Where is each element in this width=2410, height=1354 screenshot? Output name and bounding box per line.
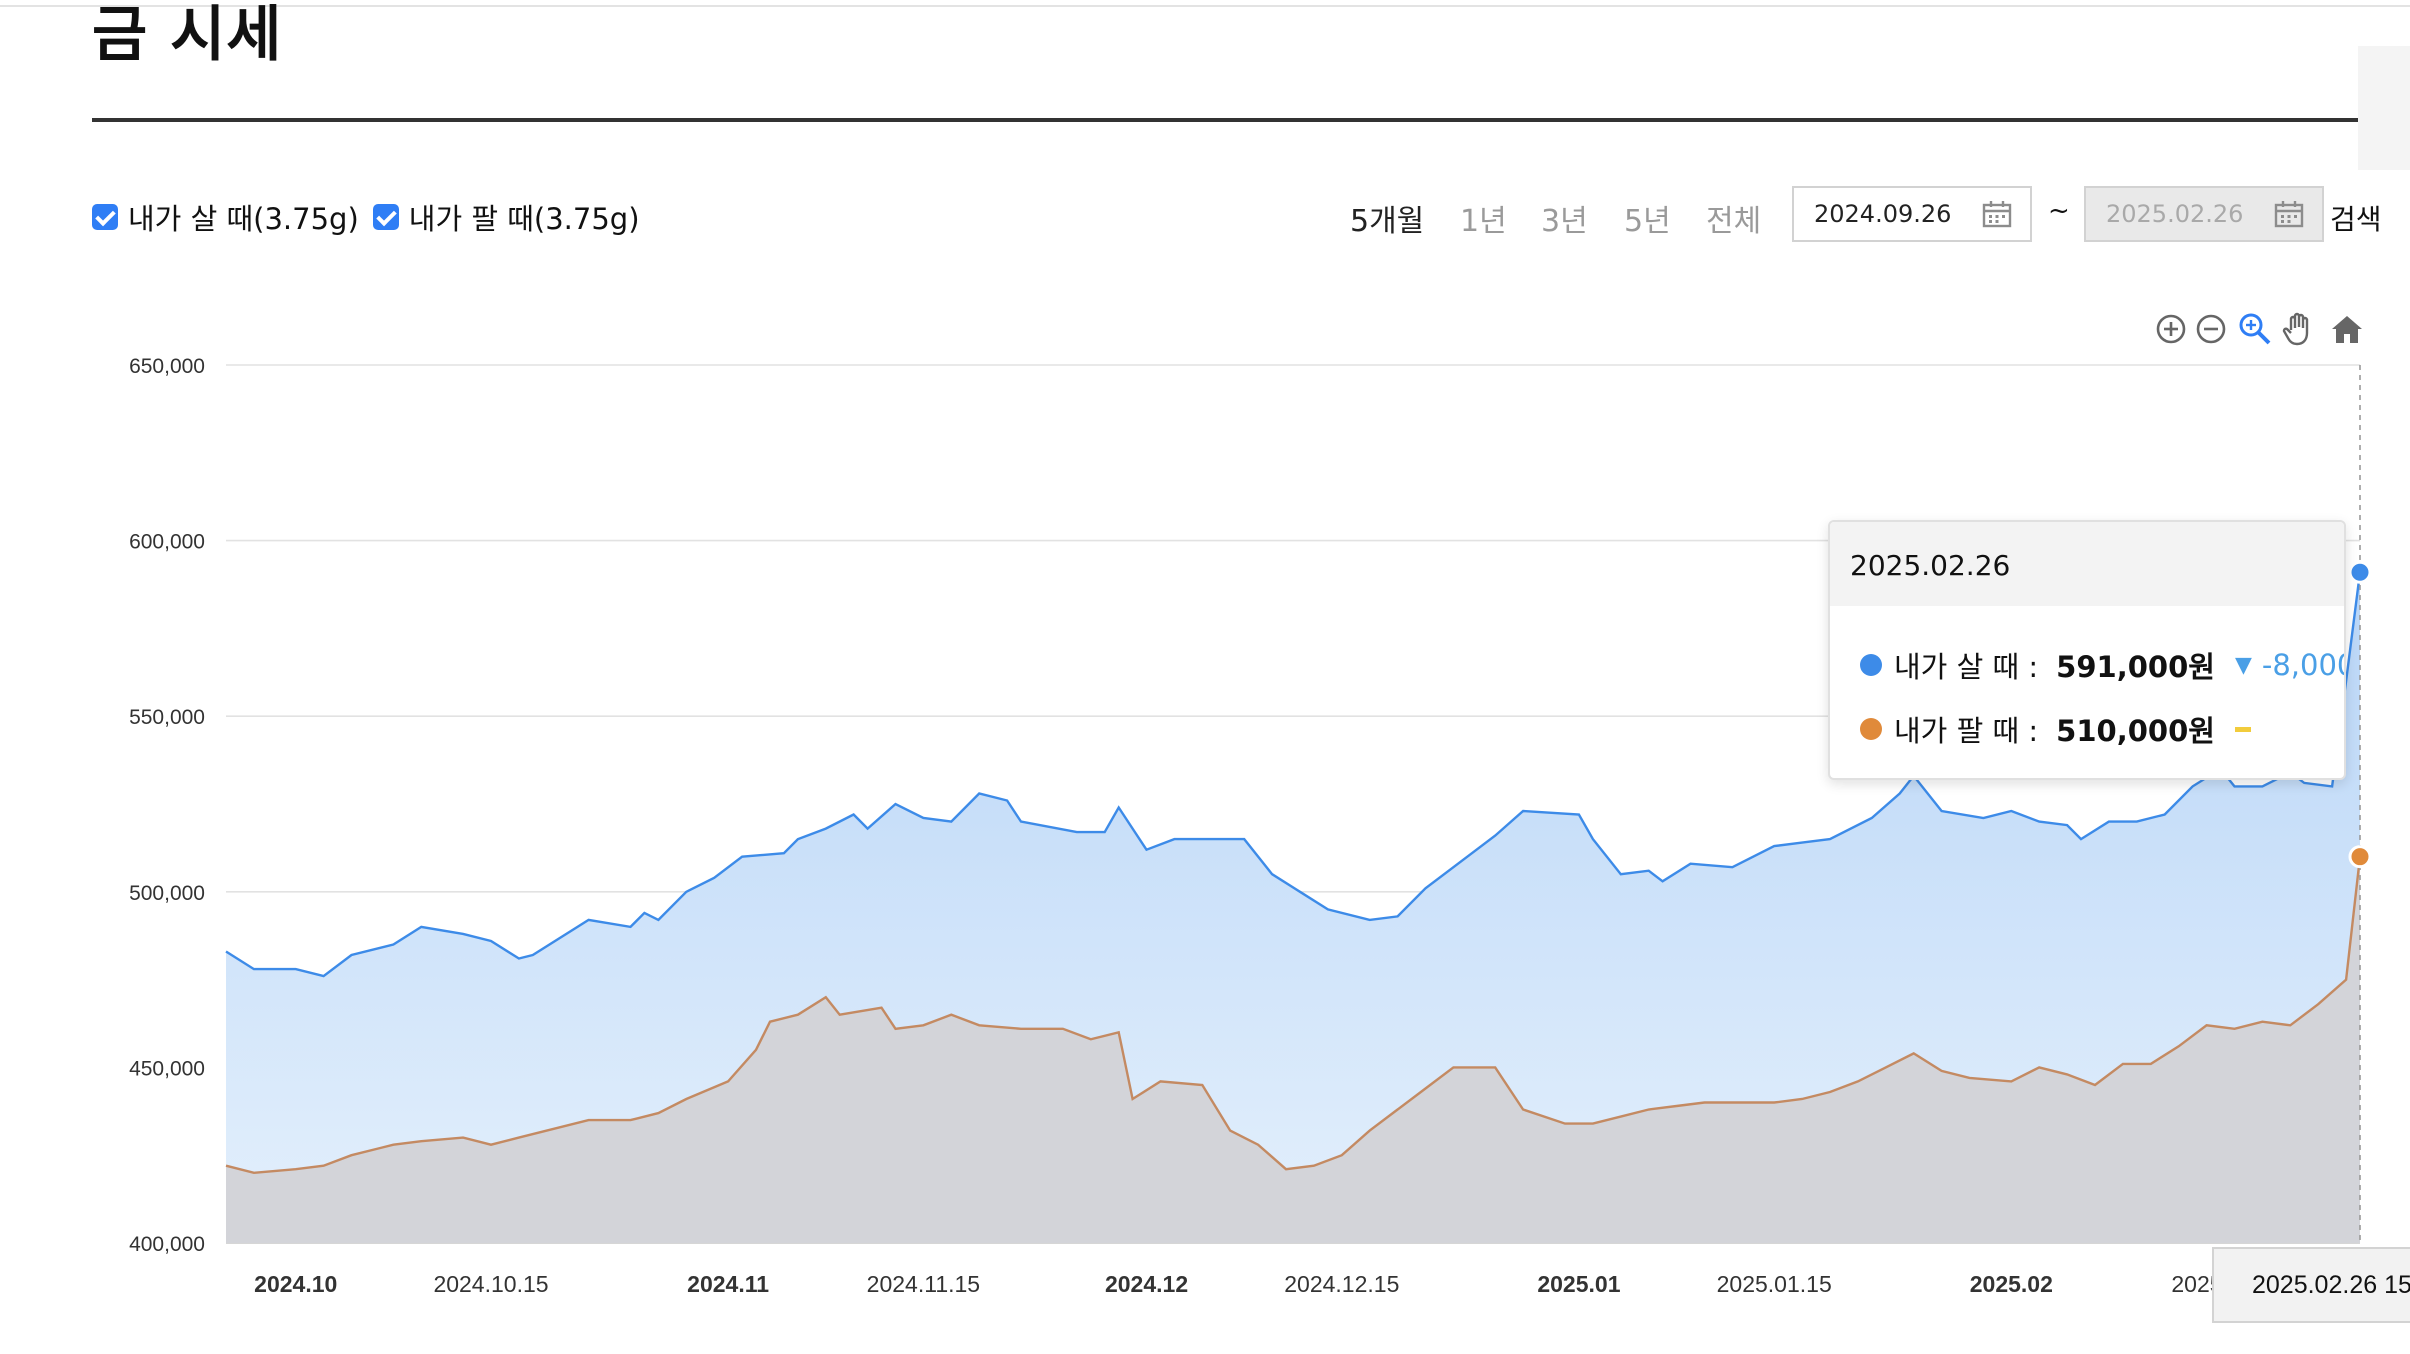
tooltip-sell-value: 510,000원: [2056, 714, 2215, 748]
x-tick-label: 2024.12.15: [1284, 1271, 1399, 1297]
y-tick-label: 450,000: [129, 1057, 205, 1080]
y-tick-label: 650,000: [129, 355, 205, 378]
chart-tooltip: 2025.02.26 내가 살 때 : 591,000원 ▼ -8,000 내가…: [1828, 520, 2346, 780]
no-change-dash-icon: [2234, 726, 2251, 732]
x-tick-label: 2024.12: [1105, 1271, 1188, 1297]
x-tick-label: 2024.10: [254, 1271, 337, 1297]
tooltip-buy-value: 591,000원: [2056, 650, 2215, 684]
y-tick-label: 550,000: [129, 706, 205, 729]
sell-last-point: [2348, 845, 2372, 869]
tooltip-buy-change: -8,000: [2261, 648, 2344, 682]
crosshair-date-label: 2025.02.26 15:: [2212, 1247, 2410, 1323]
x-tick-label: 2024.11: [687, 1271, 769, 1297]
x-tick-label: 2024.11.15: [867, 1271, 980, 1297]
tooltip-date: 2025.02.26: [1830, 522, 2344, 606]
y-tick-label: 600,000: [129, 531, 205, 554]
tooltip-sell-row: 내가 팔 때 : 510,000원: [1860, 708, 2251, 750]
y-tick-label: 500,000: [129, 882, 205, 905]
y-tick-label: 400,000: [129, 1233, 205, 1256]
x-tick-label: 2024.10.15: [433, 1271, 548, 1297]
buy-dot-icon: [1860, 654, 1882, 676]
x-tick-label: 2025.02: [1970, 1271, 2053, 1297]
x-tick-label: 2025.01: [1537, 1271, 1620, 1297]
buy-last-point: [2348, 560, 2372, 584]
tooltip-buy-label: 내가 살 때 :: [1894, 650, 2039, 684]
tooltip-buy-row: 내가 살 때 : 591,000원 ▼ -8,000: [1860, 644, 2344, 686]
sell-dot-icon: [1860, 718, 1882, 740]
tooltip-sell-label: 내가 팔 때 :: [1894, 714, 2039, 748]
x-tick-label: 2025.01.15: [1717, 1271, 1832, 1297]
down-triangle-icon: ▼: [2234, 652, 2252, 678]
